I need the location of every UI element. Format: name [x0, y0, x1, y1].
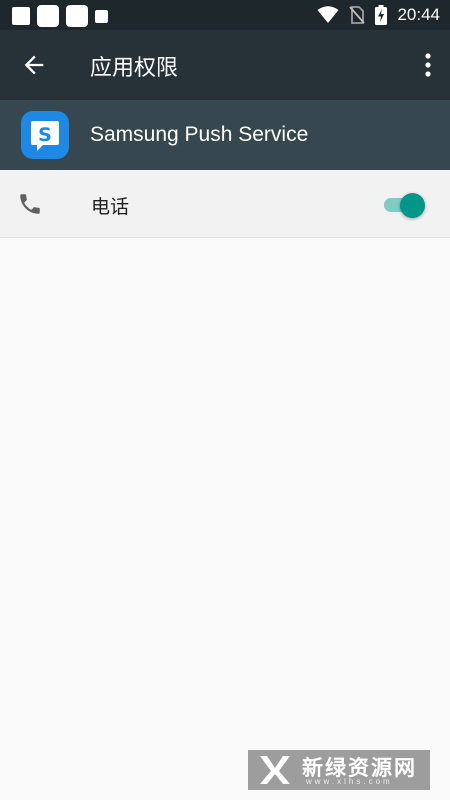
permission-label: 电话	[91, 196, 130, 218]
wifi-icon	[317, 6, 339, 23]
notification-square-icon	[66, 5, 88, 27]
arrow-left-icon[interactable]	[20, 51, 48, 79]
watermark: 新绿资源网 www.xlhs.com	[248, 750, 430, 790]
toggle-thumb[interactable]	[400, 193, 425, 218]
notification-icons	[12, 5, 108, 27]
app-icon: S	[21, 111, 69, 159]
notification-square-icon	[95, 9, 108, 23]
permission-toggle[interactable]	[382, 192, 428, 218]
battery-charging-icon	[375, 5, 388, 25]
status-bar: 20:44	[0, 0, 450, 30]
watermark-logo-icon	[260, 756, 290, 784]
more-vert-icon[interactable]	[420, 50, 436, 80]
app-bar: 应用权限	[0, 30, 450, 100]
permission-row-phone[interactable]: 电话	[0, 170, 450, 238]
status-icons: 20:44	[317, 0, 440, 30]
app-header: S Samsung Push Service	[0, 100, 450, 170]
app-name: Samsung Push Service	[90, 123, 309, 146]
page-title: 应用权限	[90, 56, 179, 81]
watermark-url: www.xlhs.com	[306, 777, 393, 786]
status-time: 20:44	[397, 5, 440, 24]
app-icon-letter: S	[38, 124, 52, 146]
notification-square-icon	[12, 7, 30, 25]
no-sim-icon	[349, 6, 366, 24]
phone-icon	[20, 194, 40, 214]
speech-bubble-icon: S	[31, 121, 59, 151]
notification-square-icon	[37, 5, 59, 27]
